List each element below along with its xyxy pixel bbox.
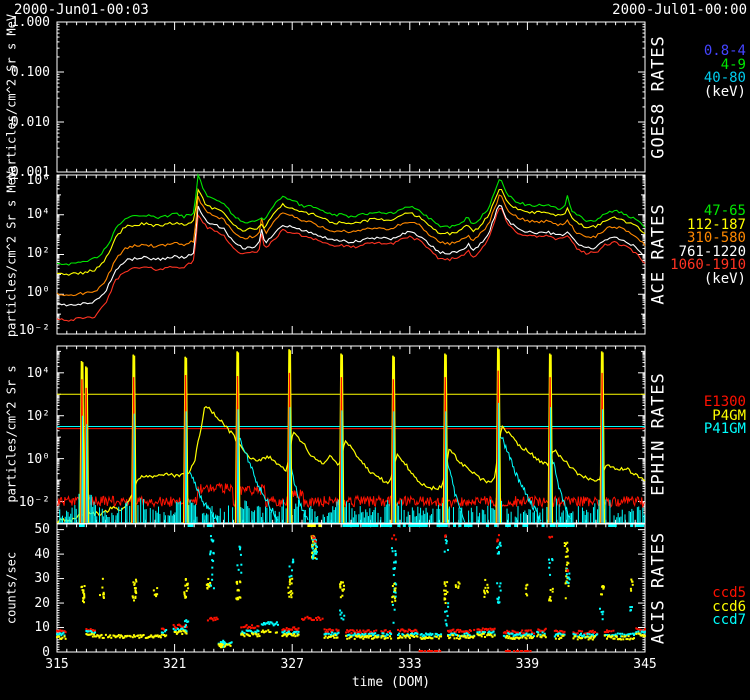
legend-goes8-(keV): (keV): [636, 86, 746, 99]
ace-series-310-580: [57, 195, 645, 296]
ace-series-1060-1910: [57, 208, 645, 321]
acis-points: [56, 525, 646, 653]
axes-goes8: [57, 22, 645, 172]
ytick-acis-3: 20: [4, 597, 50, 610]
ytick-goes8-1: 0.100: [4, 66, 50, 79]
xtick-339: 339: [507, 658, 547, 671]
ytick-ace-1: 10⁴: [4, 208, 50, 221]
xtick-327: 327: [272, 658, 312, 671]
axes-ace: [57, 175, 645, 334]
ytick-goes8-2: 0.010: [4, 116, 50, 129]
ytick-acis-2: 30: [4, 572, 50, 585]
ytick-ace-0: 10⁶: [4, 174, 50, 187]
ephin-P41GM-tail-4: [499, 429, 541, 521]
ytick-acis-4: 10: [4, 621, 50, 634]
ytick-ace-2: 10²: [4, 247, 50, 260]
xtick-321: 321: [155, 658, 195, 671]
axes-ephin: [57, 346, 645, 523]
ytick-acis-1: 40: [4, 548, 50, 561]
ytick-goes8-0: 1.000: [4, 16, 50, 29]
ytick-acis-0: 50: [4, 523, 50, 536]
legend-ephin-P41GM: P41GM: [636, 423, 746, 436]
legend-ace-(keV): (keV): [636, 273, 746, 286]
ephin-P41GM-tail-5: [551, 449, 571, 519]
xtick-333: 333: [390, 658, 430, 671]
xtick-315: 315: [37, 658, 77, 671]
plot-screen: { "title_left": "2000-Jun01-00:03", "tit…: [0, 0, 750, 700]
ytick-ephin-2: 10⁰: [4, 453, 50, 466]
ace-series-761-1220: [57, 205, 645, 306]
ytick-ephin-3: 10⁻²: [4, 496, 50, 509]
xtick-345: 345: [625, 658, 665, 671]
ephin-series-P41GM-noise: [60, 492, 644, 523]
ace-series-47-65: [57, 175, 645, 265]
ytick-ephin-1: 10²: [4, 410, 50, 423]
ytick-ace-4: 10⁻²: [4, 324, 50, 337]
ytick-ephin-0: 10⁴: [4, 367, 50, 380]
ytick-ace-3: 10⁰: [4, 286, 50, 299]
legend-acis-ccd7: ccd7: [636, 614, 746, 627]
